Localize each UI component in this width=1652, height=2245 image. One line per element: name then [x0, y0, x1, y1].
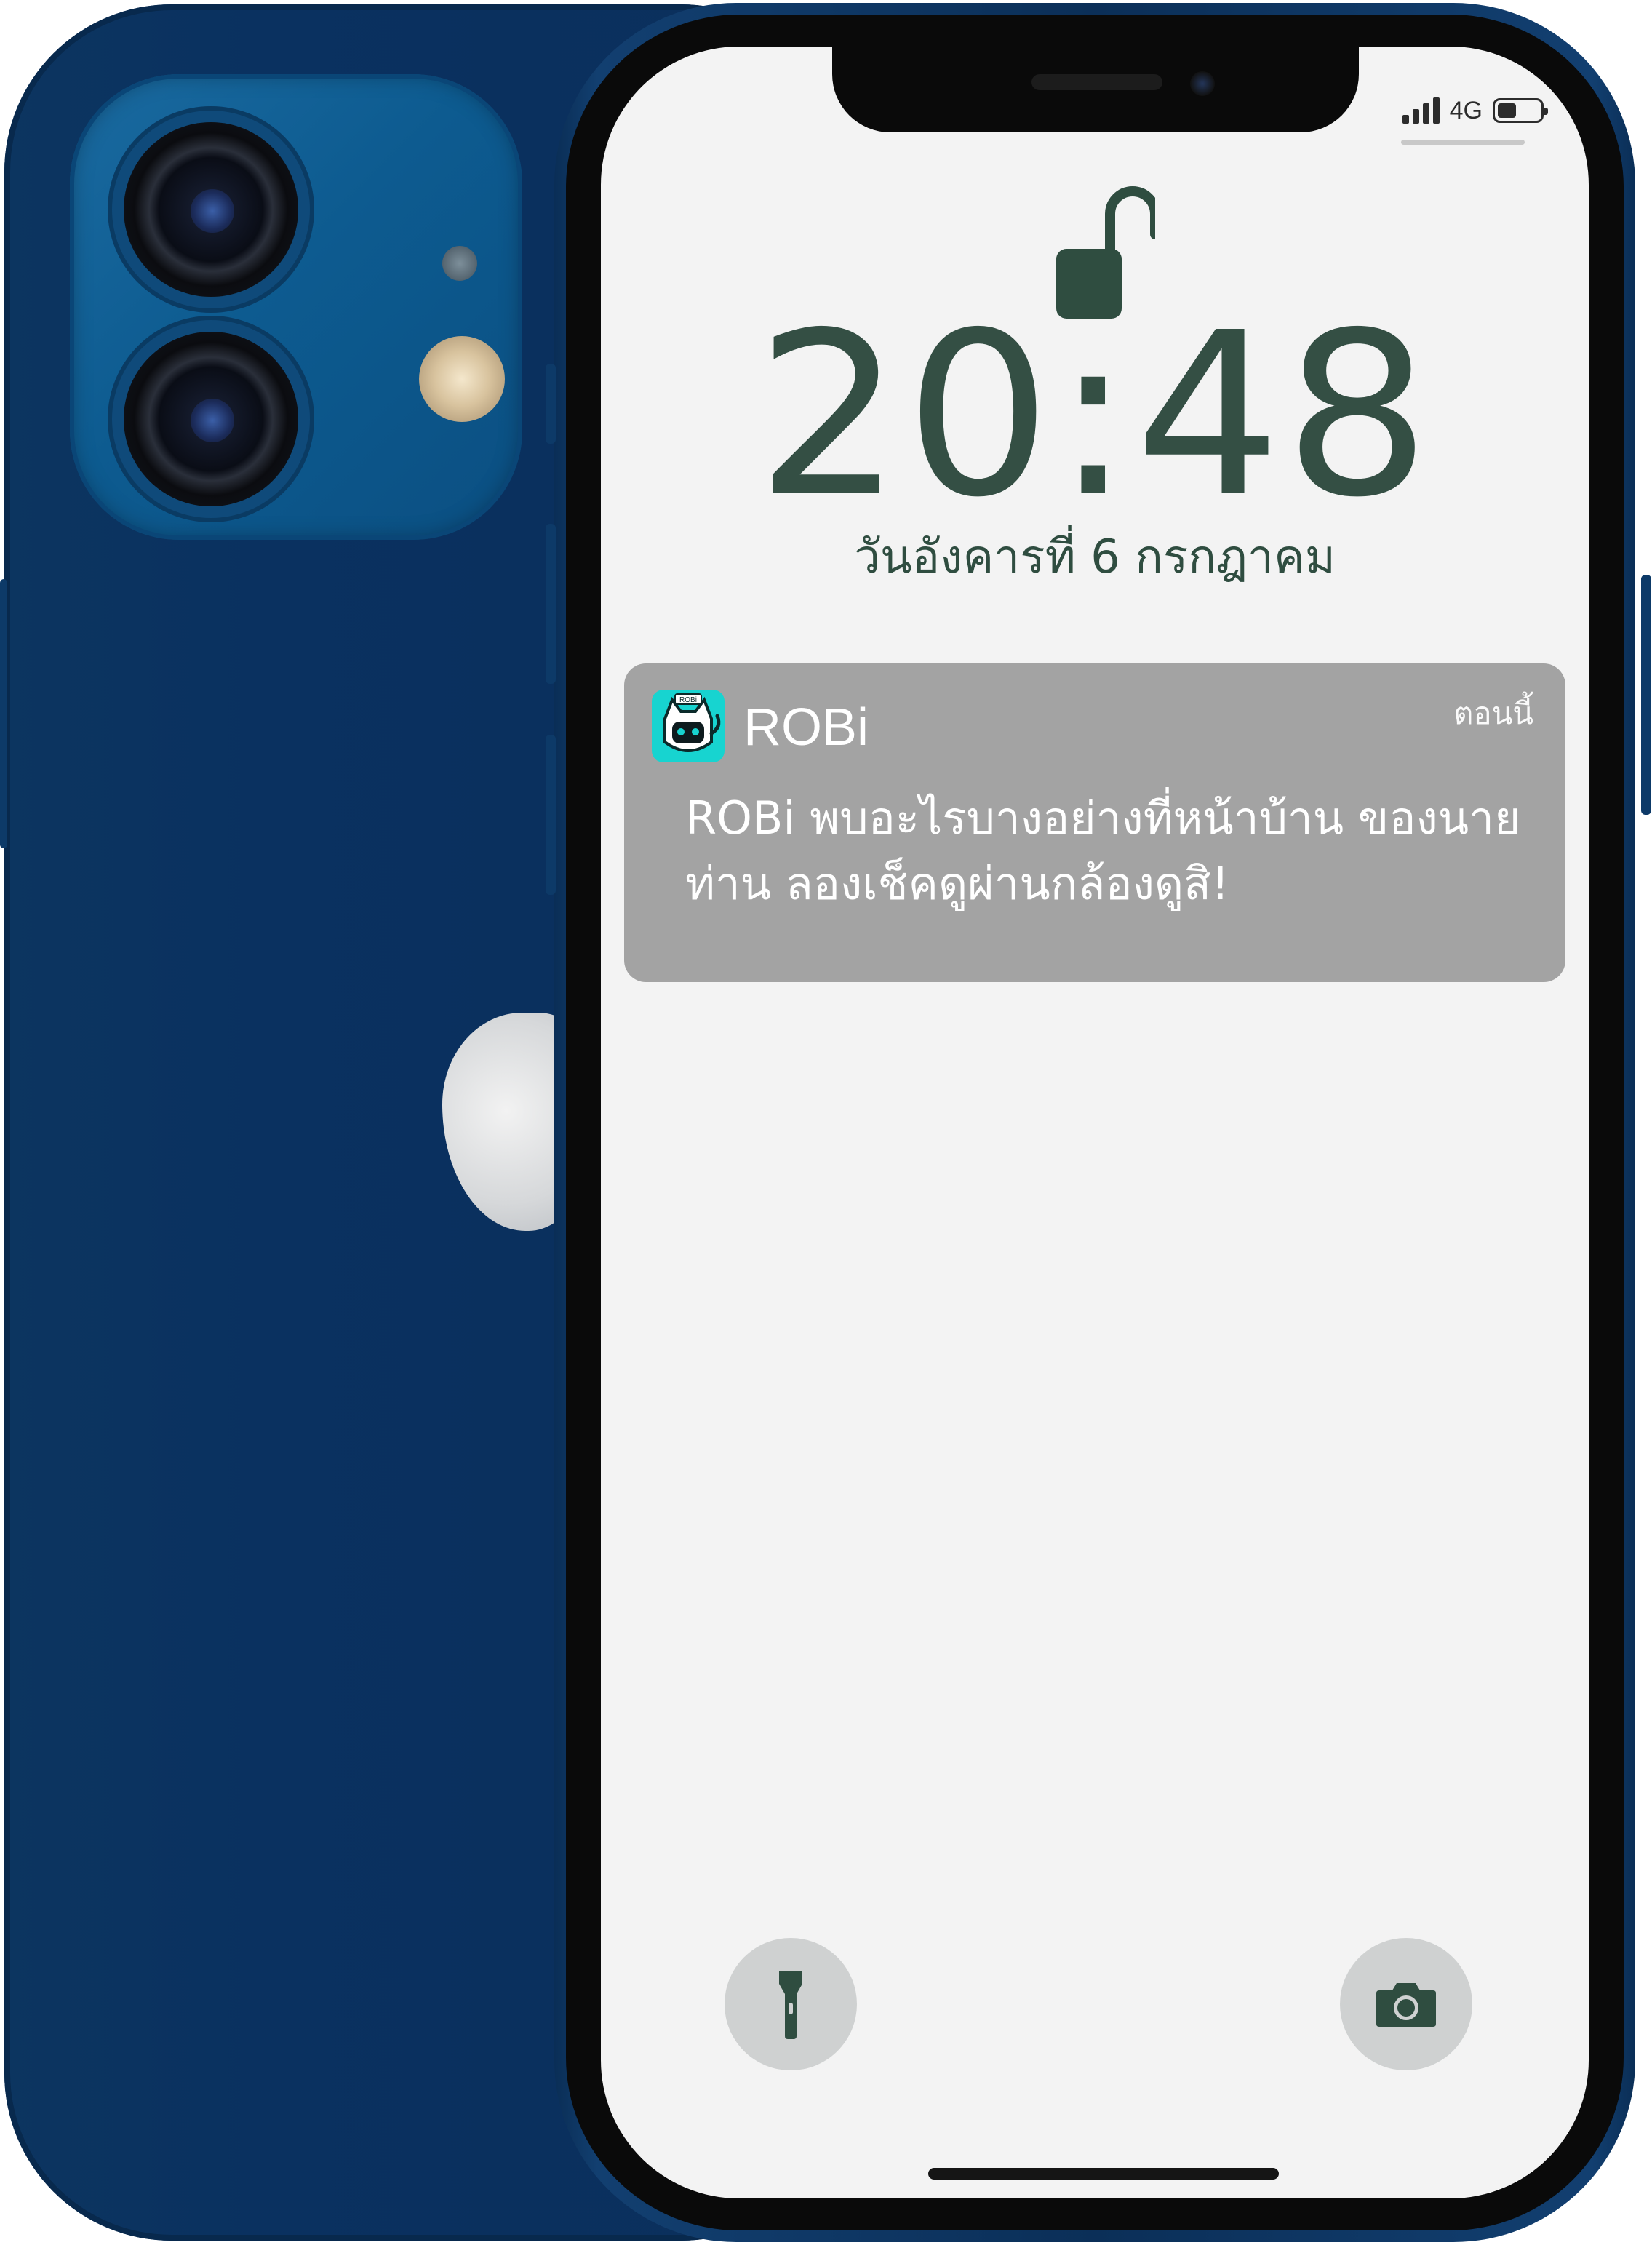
status-bar: 4G [1402, 95, 1548, 127]
flashlight-button[interactable] [725, 1938, 857, 2070]
notch [832, 47, 1359, 132]
lock-clock: 20:48 [601, 292, 1589, 540]
notification-time: ตอนนี้ [1453, 695, 1533, 731]
camera-icon [1376, 1983, 1436, 2027]
camera-module [70, 74, 522, 540]
lock-screen: 4G 20:48 วันอังคารที่ 6 กรกฎาคม ROBi ROB… [601, 47, 1589, 2198]
volume-down-button-2 [546, 735, 556, 895]
volume-down-button [546, 524, 556, 684]
clock-time: 20:48 [756, 284, 1434, 547]
camera-button[interactable] [1340, 1938, 1472, 2070]
notification-card[interactable]: ROBi ROBi ตอนนี้ ROBi พบอะไรบางอย่างที่ห… [624, 663, 1565, 982]
battery-level-fill [1498, 103, 1516, 118]
volume-up-button [546, 364, 556, 444]
main-camera-lens [124, 122, 298, 297]
ultrawide-camera-lens [124, 332, 298, 506]
robot-cat-icon: ROBi [663, 693, 721, 752]
notification-message: ROBi พบอะไรบางอย่างที่หน้าบ้าน ของนายท่า… [685, 791, 1521, 910]
svg-text:ROBi: ROBi [679, 696, 697, 704]
camera-flash [419, 336, 505, 422]
lock-date: วันอังคารที่ 6 กรกฎาคม [854, 530, 1336, 584]
notification-app-name: ROBi [743, 698, 869, 757]
front-camera [1190, 71, 1215, 96]
flashlight-icon [779, 1971, 802, 2039]
network-type: 4G [1449, 96, 1483, 124]
back-side-button [0, 579, 7, 848]
robi-app-icon: ROBi [652, 690, 725, 762]
power-button [1641, 575, 1651, 815]
home-indicator[interactable] [928, 2168, 1279, 2180]
control-center-indicator[interactable] [1401, 140, 1525, 145]
cellular-signal-icon [1402, 97, 1440, 124]
rear-microphone [442, 246, 477, 281]
earpiece-speaker [1031, 74, 1162, 90]
battery-icon [1493, 98, 1548, 123]
